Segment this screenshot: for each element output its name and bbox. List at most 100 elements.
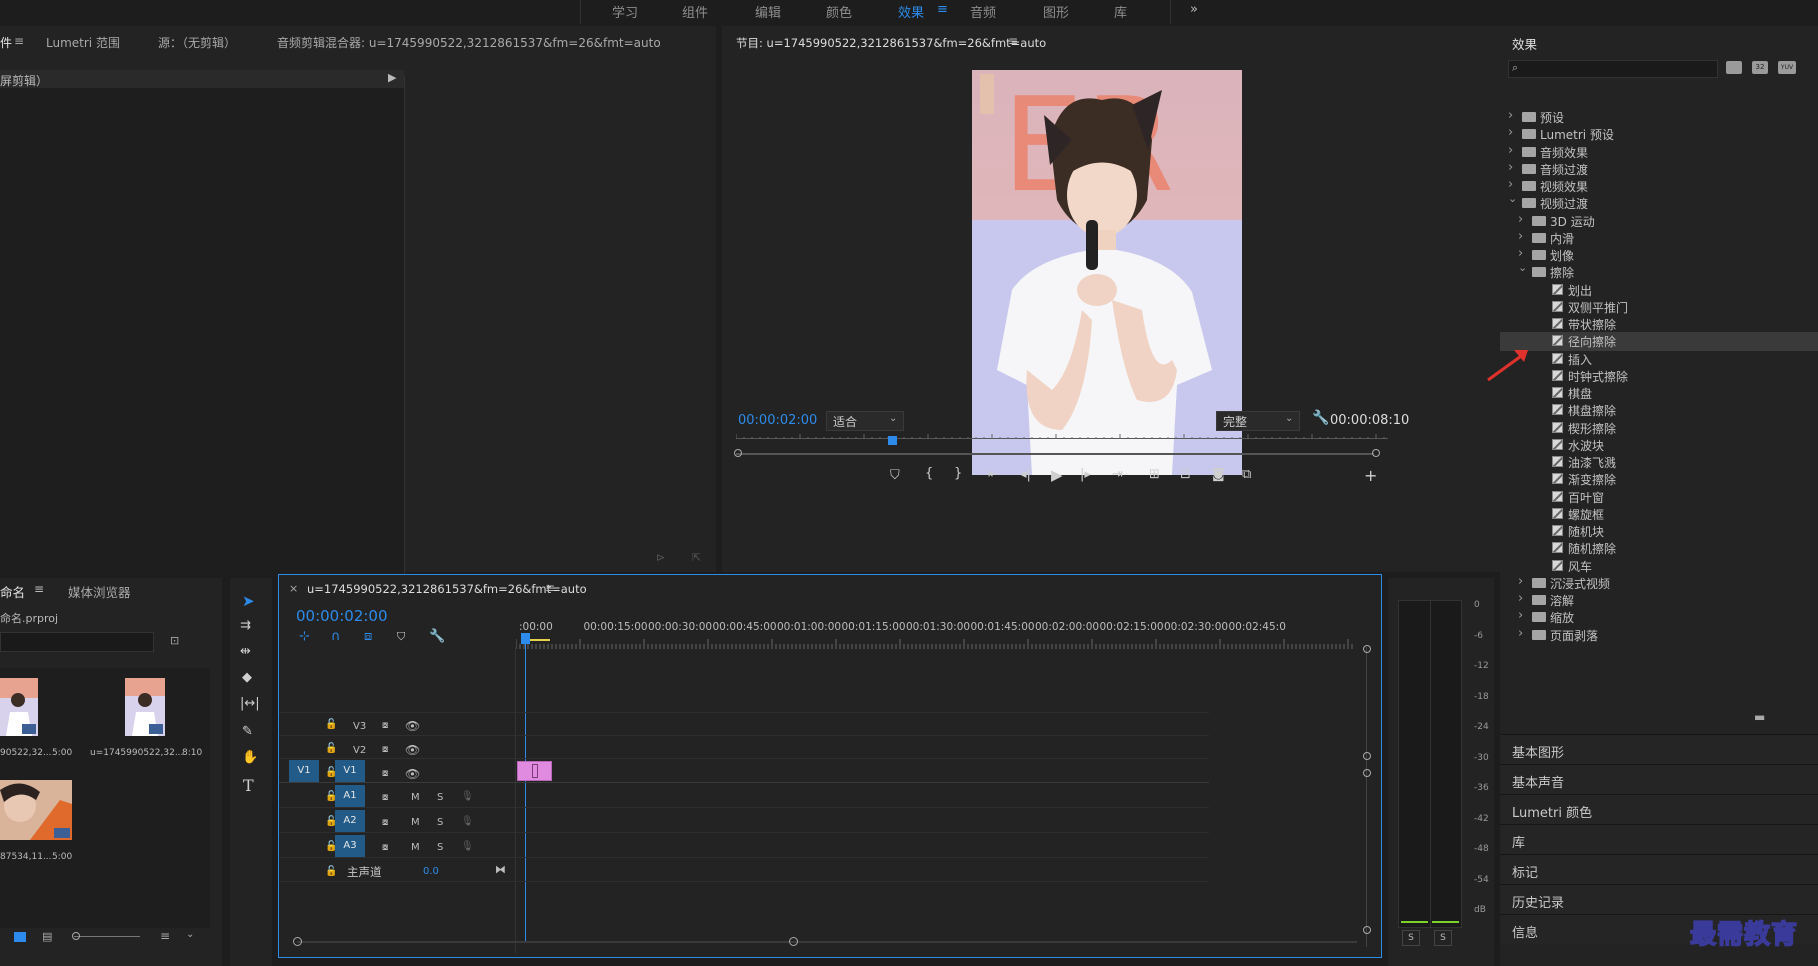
- sync-lock-icon[interactable]: ⧇: [382, 842, 388, 853]
- new-bin-icon[interactable]: ▬: [1754, 710, 1765, 724]
- workspace-audio[interactable]: 音频: [970, 2, 996, 21]
- chevron-down-icon[interactable]: ⌄: [1518, 261, 1527, 274]
- fit-select[interactable]: 适合 ⌄: [826, 411, 904, 431]
- scroll-handle[interactable]: [1363, 645, 1371, 653]
- effect-item[interactable]: 油漆飞溅: [1500, 453, 1818, 472]
- workspace-learn[interactable]: 学习: [612, 2, 638, 21]
- linked-selection-icon[interactable]: ⧈: [364, 629, 372, 644]
- tab-effect-controls[interactable]: 件: [0, 34, 12, 51]
- effect-item[interactable]: 渐变擦除: [1500, 470, 1818, 489]
- insert-icon[interactable]: ⊳: [656, 551, 665, 564]
- effects-folder[interactable]: › 缩放: [1500, 608, 1818, 627]
- mute-button[interactable]: M: [411, 817, 420, 828]
- timeline-menu-icon[interactable]: ≡: [545, 581, 555, 595]
- workspace-editing[interactable]: 编辑: [755, 2, 781, 21]
- nest-icon[interactable]: ⊹: [299, 629, 310, 644]
- sync-lock-icon[interactable]: ⧇: [382, 720, 388, 731]
- scroll-handle-left[interactable]: [734, 449, 742, 457]
- lock-icon[interactable]: 🔓: [325, 743, 337, 754]
- chevron-down-icon[interactable]: ⌄: [186, 929, 194, 940]
- project-thumbnail[interactable]: [0, 678, 38, 736]
- sync-lock-icon[interactable]: ⧇: [382, 768, 388, 779]
- sync-lock-icon[interactable]: ⧇: [382, 744, 388, 755]
- program-menu-icon[interactable]: ≡: [1008, 34, 1018, 48]
- chevron-right-icon[interactable]: ›: [1508, 125, 1513, 140]
- play-icon[interactable]: ▶: [1051, 466, 1063, 484]
- scroll-handle[interactable]: [1363, 752, 1371, 760]
- pen-tool-icon[interactable]: ✎: [242, 724, 253, 739]
- sync-lock-icon[interactable]: ⧇: [382, 792, 388, 803]
- effects-folder[interactable]: ⌄ 擦除: [1500, 261, 1818, 282]
- selection-tool-icon[interactable]: ➤: [242, 592, 255, 610]
- lock-icon[interactable]: 🔓: [325, 719, 337, 730]
- icon-view-icon[interactable]: ▤: [42, 930, 52, 943]
- slip-tool-icon[interactable]: |↔|: [240, 696, 260, 711]
- effects-folder[interactable]: › 预设: [1500, 108, 1818, 127]
- extract-icon[interactable]: ⊟: [1180, 467, 1191, 482]
- close-icon[interactable]: ×: [289, 582, 298, 595]
- go-to-in-icon[interactable]: ⇤: [988, 467, 999, 482]
- effects-folder[interactable]: › 溶解: [1500, 591, 1818, 610]
- track-target-a3[interactable]: A3: [335, 835, 365, 857]
- chevron-right-icon[interactable]: ›: [1518, 574, 1523, 589]
- workspace-effects[interactable]: 效果: [898, 2, 924, 21]
- effect-item[interactable]: 随机擦除: [1500, 539, 1818, 558]
- horizontal-scrollbar[interactable]: [297, 941, 1357, 943]
- go-to-out-icon[interactable]: ⇥: [1112, 467, 1123, 482]
- lift-icon[interactable]: ⊞: [1149, 467, 1160, 482]
- track-select-tool-icon[interactable]: ⇉: [240, 618, 251, 633]
- timeline-ruler[interactable]: [516, 635, 1356, 649]
- tab-audio-clip-mixer[interactable]: 音频剪辑混合器: u=1745990522,3212861537&fm=26&f…: [277, 34, 661, 51]
- chevron-right-icon[interactable]: ›: [1518, 591, 1523, 606]
- chevron-right-icon[interactable]: ›: [1508, 160, 1513, 175]
- quality-select[interactable]: 完整 ⌄: [1216, 411, 1300, 431]
- audio-meter-toggle-icon[interactable]: ⧓: [495, 863, 506, 876]
- solo-button[interactable]: S: [437, 792, 443, 803]
- mute-button[interactable]: M: [411, 842, 420, 853]
- sync-lock-icon[interactable]: ⧇: [382, 817, 388, 828]
- chevron-right-icon[interactable]: ›: [1508, 108, 1513, 123]
- video-clip[interactable]: [517, 761, 552, 781]
- snap-icon[interactable]: ∩: [331, 629, 341, 644]
- add-marker-icon[interactable]: ⛉: [890, 468, 900, 483]
- tab-source[interactable]: 源：（无剪辑）: [158, 34, 236, 51]
- eye-icon[interactable]: 👁: [405, 767, 420, 781]
- mute-button[interactable]: M: [411, 792, 420, 803]
- effect-item[interactable]: 插入: [1500, 350, 1818, 369]
- effects-folder[interactable]: ⌄ 视频过渡: [1500, 192, 1818, 213]
- track-target-v1[interactable]: V1: [335, 760, 365, 782]
- chevron-right-icon[interactable]: ›: [1508, 143, 1513, 158]
- workspace-color[interactable]: 颜色: [826, 2, 852, 21]
- microphone-icon[interactable]: 🎙: [461, 816, 474, 827]
- scroll-handle[interactable]: [1363, 769, 1371, 777]
- solo-right-button[interactable]: S: [1434, 930, 1452, 946]
- microphone-icon[interactable]: 🎙: [461, 791, 474, 802]
- solo-button[interactable]: S: [437, 842, 443, 853]
- scroll-handle-right[interactable]: [1372, 449, 1380, 457]
- step-forward-icon[interactable]: |▸: [1080, 467, 1091, 482]
- effect-item[interactable]: 螺旋框: [1500, 505, 1818, 524]
- program-timecode[interactable]: 00:00:02:00: [738, 413, 817, 428]
- effect-item[interactable]: 风车: [1500, 557, 1818, 576]
- section-essential-graphics[interactable]: 基本图形: [1500, 734, 1818, 764]
- effects-folder[interactable]: › 音频效果: [1500, 143, 1818, 162]
- project-menu-icon[interactable]: ≡: [34, 582, 44, 596]
- workspace-assembly[interactable]: 组件: [682, 2, 708, 21]
- master-volume-value[interactable]: 0.0: [423, 866, 439, 877]
- workspace-graphics[interactable]: 图形: [1043, 2, 1069, 21]
- section-markers[interactable]: 标记: [1500, 854, 1818, 884]
- tab-media-browser[interactable]: 媒体浏览器: [68, 582, 131, 601]
- workspace-effects-menu-icon[interactable]: ≡: [937, 2, 948, 17]
- zoom-scrollbar[interactable]: [736, 453, 1374, 455]
- add-marker-icon[interactable]: ⛉: [397, 630, 405, 644]
- microphone-icon[interactable]: 🎙: [461, 841, 474, 852]
- hand-tool-icon[interactable]: ✋: [242, 750, 258, 765]
- eye-icon[interactable]: 👁: [405, 743, 420, 757]
- scroll-handle[interactable]: [1363, 926, 1371, 934]
- timeline-timecode[interactable]: 00:00:02:00: [296, 607, 388, 625]
- source-patch-v1[interactable]: V1: [289, 760, 319, 782]
- add-button-icon[interactable]: +: [1364, 466, 1377, 485]
- effects-folder[interactable]: › 3D 运动: [1500, 212, 1818, 231]
- effect-item[interactable]: 带状擦除: [1500, 315, 1818, 334]
- zoom-slider[interactable]: [74, 936, 140, 937]
